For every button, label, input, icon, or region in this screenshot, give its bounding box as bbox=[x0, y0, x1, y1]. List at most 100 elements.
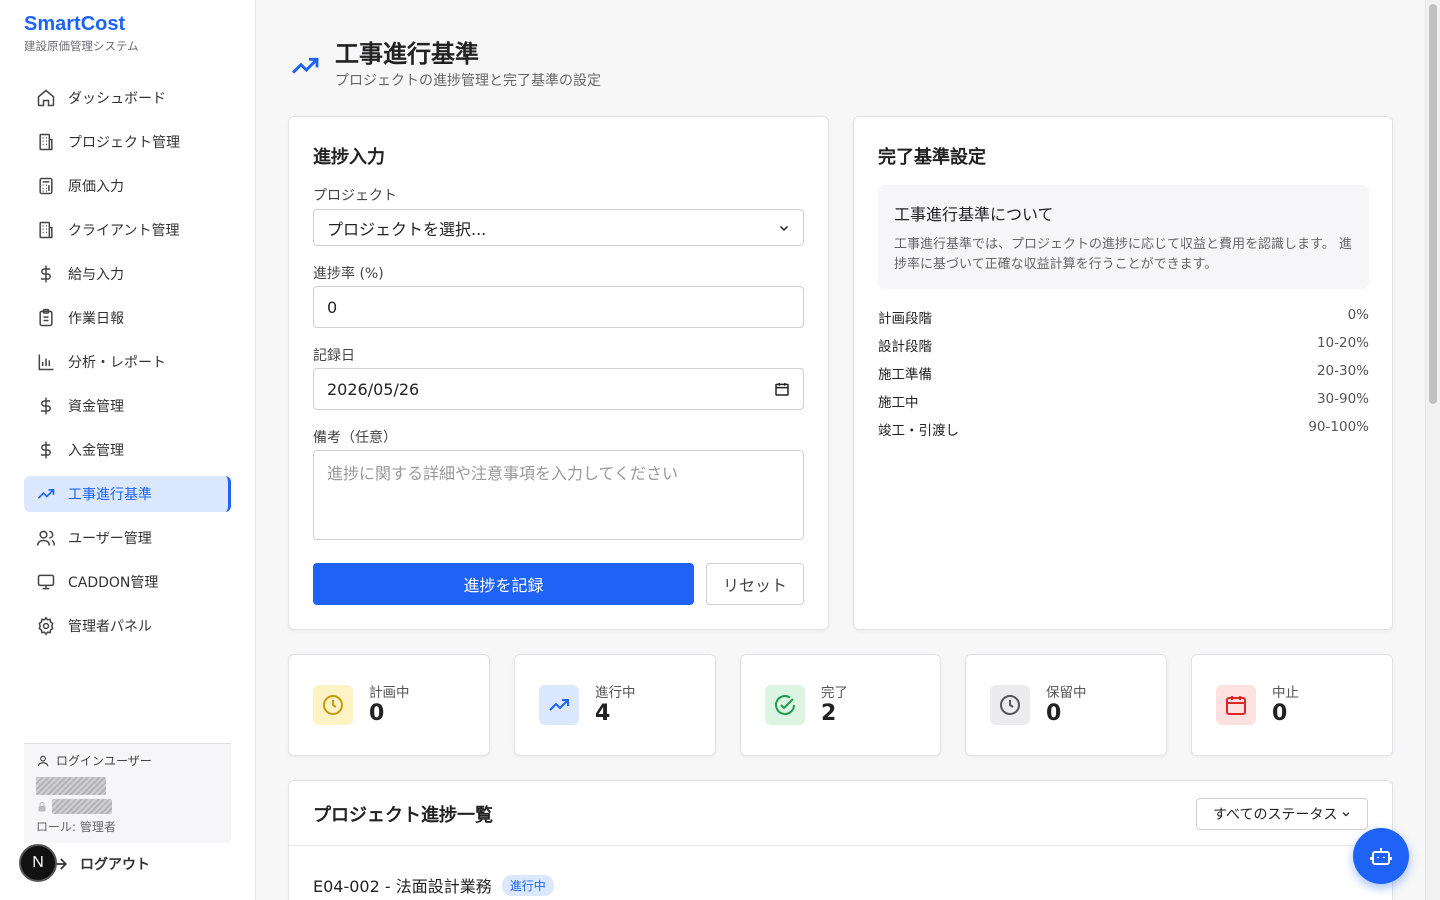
sidebar-item-payments[interactable]: 入金管理 bbox=[24, 432, 231, 468]
sidebar-item-funds[interactable]: 資金管理 bbox=[24, 388, 231, 424]
sidebar-item-progress-standard[interactable]: 工事進行基準 bbox=[24, 476, 231, 512]
phase-percent: 0% bbox=[1347, 307, 1369, 323]
dev-tools-badge[interactable]: N bbox=[19, 844, 57, 882]
phase-row: 計画段階 0% bbox=[878, 307, 1369, 327]
sidebar-item-cost-input[interactable]: 原価入力 bbox=[24, 168, 231, 204]
phase-row: 竣工・引渡し 90-100% bbox=[878, 419, 1369, 439]
stat-value: 0 bbox=[1272, 701, 1288, 726]
page-scrollbar[interactable] bbox=[1425, 0, 1440, 900]
phase-percent: 90-100% bbox=[1308, 419, 1369, 435]
trending-up-icon bbox=[291, 57, 319, 74]
card-title: 進捗入力 bbox=[313, 147, 385, 168]
date-label: 記録日 bbox=[313, 348, 355, 364]
status-filter-select[interactable]: すべてのステータス bbox=[1196, 798, 1368, 830]
phase-row: 施工準備 20-30% bbox=[878, 363, 1369, 383]
user-email-row bbox=[36, 799, 219, 814]
brand-name[interactable]: SmartCost bbox=[24, 12, 139, 36]
sidebar-item-label: 給与入力 bbox=[68, 267, 124, 283]
sidebar-item-admin[interactable]: 管理者パネル bbox=[24, 608, 231, 644]
sidebar-item-dashboard[interactable]: ダッシュボード bbox=[24, 80, 231, 116]
stat-value: 0 bbox=[369, 701, 385, 726]
project-select[interactable]: プロジェクトを選択... bbox=[313, 209, 804, 246]
trending-up-icon bbox=[37, 489, 55, 499]
sidebar-item-projects[interactable]: プロジェクト管理 bbox=[24, 124, 231, 160]
about-text: 工事進行基準では、プロジェクトの進捗に応じて収益と費用を認識します。 進捗率に基… bbox=[894, 237, 1352, 272]
sidebar-item-label: CADDON管理 bbox=[68, 575, 159, 591]
stat-icon-bg bbox=[539, 685, 579, 725]
divider bbox=[289, 845, 1394, 846]
about-box: 工事進行基準について 工事進行基準では、プロジェクトの進捗に応じて収益と費用を認… bbox=[878, 185, 1369, 289]
bot-icon bbox=[1370, 848, 1392, 865]
sidebar-item-label: クライアント管理 bbox=[68, 223, 180, 239]
phase-name: 計画段階 bbox=[878, 311, 932, 327]
status-badge: 進行中 bbox=[501, 874, 554, 896]
stat-icon-bg bbox=[313, 685, 353, 725]
page-title: 工事進行基準 bbox=[335, 40, 479, 68]
home-icon bbox=[37, 89, 55, 107]
page-header: 工事進行基準 プロジェクトの進捗管理と完了基準の設定 bbox=[289, 38, 601, 90]
sidebar-item-label: ダッシュボード bbox=[68, 91, 166, 107]
calculator-icon bbox=[39, 177, 53, 195]
sidebar-item-clients[interactable]: クライアント管理 bbox=[24, 212, 231, 248]
sidebar-item-label: 作業日報 bbox=[68, 311, 124, 327]
user-email-redacted bbox=[52, 799, 112, 814]
phase-percent: 10-20% bbox=[1316, 335, 1369, 351]
stat-label: 進行中 bbox=[595, 685, 636, 701]
sidebar-item-label: 分析・レポート bbox=[68, 355, 166, 371]
building-icon bbox=[39, 221, 53, 239]
brand-subtitle: 建設原価管理システム bbox=[24, 39, 139, 53]
assistant-bot-button[interactable] bbox=[1353, 828, 1409, 884]
stat-icon-bg bbox=[765, 685, 805, 725]
card-title: プロジェクト進捗一覧 bbox=[313, 805, 493, 826]
user-role: ロール: 管理者 bbox=[36, 820, 116, 834]
sidebar-item-users[interactable]: ユーザー管理 bbox=[24, 520, 231, 556]
sidebar-item-daily-report[interactable]: 作業日報 bbox=[24, 300, 231, 336]
chevron-down-icon bbox=[779, 225, 789, 231]
sidebar-item-caddon[interactable]: CADDON管理 bbox=[24, 564, 231, 600]
stat-value: 0 bbox=[1046, 701, 1062, 726]
stat-value: 4 bbox=[595, 701, 611, 726]
progress-input-card: 進捗入力 プロジェクト プロジェクトを選択... 進捗率 (%) 0 記録日 2… bbox=[288, 116, 829, 630]
stat-icon-bg bbox=[990, 685, 1030, 725]
stat-card-planning: 計画中 0 bbox=[288, 654, 490, 756]
card-title: 完了基準設定 bbox=[878, 147, 986, 168]
reset-button[interactable]: リセット bbox=[706, 563, 804, 605]
dollar-icon bbox=[41, 441, 51, 459]
record-date-input[interactable]: 2026/05/26 bbox=[313, 368, 804, 410]
gear-icon bbox=[38, 616, 54, 636]
sidebar-nav: ダッシュボード プロジェクト管理 原価入力 クライアント管理 給与入力 作業日報… bbox=[24, 80, 231, 652]
note-textarea[interactable]: 進捗に関する詳細や注意事項を入力してください bbox=[313, 450, 804, 540]
stat-label: 完了 bbox=[821, 685, 848, 701]
about-title: 工事進行基準について bbox=[894, 205, 1054, 224]
stat-label: 保留中 bbox=[1046, 685, 1087, 701]
dollar-icon bbox=[41, 265, 51, 283]
calendar-icon bbox=[1226, 696, 1246, 715]
clock-icon bbox=[323, 695, 343, 715]
note-placeholder: 進捗に関する詳細や注意事項を入力してください bbox=[327, 464, 679, 483]
trending-up-icon bbox=[549, 699, 569, 711]
stat-label: 中止 bbox=[1272, 685, 1299, 701]
brand: SmartCost 建設原価管理システム bbox=[24, 12, 139, 54]
project-label: プロジェクト bbox=[313, 188, 397, 204]
scrollbar-thumb[interactable] bbox=[1429, 4, 1437, 404]
list-item[interactable]: E04-002 - 法面設計業務 進行中 bbox=[313, 873, 554, 897]
stat-card-completed: 完了 2 bbox=[740, 654, 941, 756]
sidebar-item-payroll[interactable]: 給与入力 bbox=[24, 256, 231, 292]
phase-percent: 30-90% bbox=[1316, 391, 1369, 407]
user-label-row: ログインユーザー bbox=[36, 752, 219, 769]
users-icon bbox=[36, 530, 56, 546]
user-icon bbox=[37, 755, 49, 766]
sidebar-item-analytics[interactable]: 分析・レポート bbox=[24, 344, 231, 380]
check-circle-icon bbox=[775, 695, 795, 715]
calendar-icon[interactable] bbox=[774, 381, 790, 397]
logout-button[interactable]: ログアウト bbox=[50, 848, 150, 880]
sidebar-item-label: 入金管理 bbox=[68, 443, 124, 459]
progress-rate-input[interactable]: 0 bbox=[313, 286, 804, 328]
phase-name: 竣工・引渡し bbox=[878, 423, 959, 439]
user-label: ログインユーザー bbox=[56, 754, 152, 768]
clipboard-icon bbox=[39, 308, 53, 327]
phase-row: 施工中 30-90% bbox=[878, 391, 1369, 411]
stat-value: 2 bbox=[821, 701, 837, 726]
sidebar-item-label: プロジェクト管理 bbox=[68, 135, 180, 151]
record-progress-button[interactable]: 進捗を記録 bbox=[313, 563, 694, 605]
